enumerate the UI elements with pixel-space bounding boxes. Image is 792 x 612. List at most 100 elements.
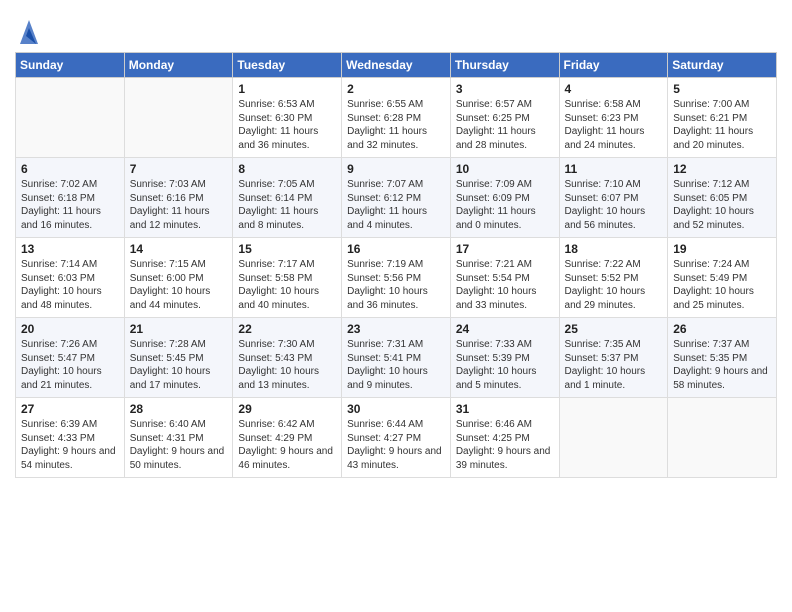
calendar-cell: 6 Sunrise: 7:02 AM Sunset: 6:18 PM Daylig… xyxy=(16,158,125,238)
cell-info: Sunrise: 6:58 AM Sunset: 6:23 PM Dayligh… xyxy=(565,98,663,152)
day-number: 6 xyxy=(21,162,119,176)
day-number: 10 xyxy=(456,162,554,176)
cell-info: Sunrise: 7:33 AM Sunset: 5:39 PM Dayligh… xyxy=(456,338,554,392)
calendar-week-row: 20 Sunrise: 7:26 AM Sunset: 5:47 PM Dayli… xyxy=(16,318,777,398)
cell-info: Sunrise: 6:40 AM Sunset: 4:31 PM Dayligh… xyxy=(130,418,228,472)
day-number: 19 xyxy=(673,242,771,256)
cell-info: Sunrise: 7:07 AM Sunset: 6:12 PM Dayligh… xyxy=(347,178,445,232)
cell-info: Sunrise: 7:03 AM Sunset: 6:16 PM Dayligh… xyxy=(130,178,228,232)
calendar-cell: 9Sunrise: 7:07 AM Sunset: 6:12 PM Daylig… xyxy=(342,158,451,238)
calendar-cell: 14 Sunrise: 7:15 AM Sunset: 6:00 PM Dayli… xyxy=(124,238,233,318)
calendar-cell: 23Sunrise: 7:31 AM Sunset: 5:41 PM Dayli… xyxy=(342,318,451,398)
cell-info: Sunrise: 7:21 AM Sunset: 5:54 PM Dayligh… xyxy=(456,258,554,312)
logo-icon xyxy=(18,16,40,46)
cell-info: Sunrise: 7:31 AM Sunset: 5:41 PM Dayligh… xyxy=(347,338,445,392)
calendar-cell: 7Sunrise: 7:03 AM Sunset: 6:16 PM Daylig… xyxy=(124,158,233,238)
day-number: 22 xyxy=(238,322,336,336)
cell-info: Sunrise: 7:14 AM Sunset: 6:03 PM Dayligh… xyxy=(21,258,119,312)
logo xyxy=(15,16,40,46)
calendar-week-row: 13 Sunrise: 7:14 AM Sunset: 6:03 PM Dayli… xyxy=(16,238,777,318)
cell-info: Sunrise: 7:00 AM Sunset: 6:21 PM Dayligh… xyxy=(673,98,771,152)
day-number: 4 xyxy=(565,82,663,96)
calendar-cell xyxy=(16,78,125,158)
day-header-monday: Monday xyxy=(124,53,233,78)
day-number: 11 xyxy=(565,162,663,176)
cell-info: Sunrise: 6:55 AM Sunset: 6:28 PM Dayligh… xyxy=(347,98,445,152)
day-number: 30 xyxy=(347,402,445,416)
day-number: 12 xyxy=(673,162,771,176)
calendar-week-row: 1 Sunrise: 6:53 AM Sunset: 6:30 PM Daylig… xyxy=(16,78,777,158)
day-number: 5 xyxy=(673,82,771,96)
cell-info: Sunrise: 6:53 AM Sunset: 6:30 PM Dayligh… xyxy=(238,98,336,152)
calendar-cell: 4 Sunrise: 6:58 AM Sunset: 6:23 PM Daylig… xyxy=(559,78,668,158)
day-number: 25 xyxy=(565,322,663,336)
cell-info: Sunrise: 7:15 AM Sunset: 6:00 PM Dayligh… xyxy=(130,258,228,312)
calendar-week-row: 27 Sunrise: 6:39 AM Sunset: 4:33 PM Dayli… xyxy=(16,398,777,478)
calendar-cell: 20 Sunrise: 7:26 AM Sunset: 5:47 PM Dayli… xyxy=(16,318,125,398)
calendar-cell: 25 Sunrise: 7:35 AM Sunset: 5:37 PM Dayli… xyxy=(559,318,668,398)
calendar-week-row: 6 Sunrise: 7:02 AM Sunset: 6:18 PM Daylig… xyxy=(16,158,777,238)
day-number: 27 xyxy=(21,402,119,416)
day-number: 21 xyxy=(130,322,228,336)
cell-info: Sunrise: 7:10 AM Sunset: 6:07 PM Dayligh… xyxy=(565,178,663,232)
cell-info: Sunrise: 7:02 AM Sunset: 6:18 PM Dayligh… xyxy=(21,178,119,232)
cell-info: Sunrise: 7:28 AM Sunset: 5:45 PM Dayligh… xyxy=(130,338,228,392)
day-number: 24 xyxy=(456,322,554,336)
cell-info: Sunrise: 7:05 AM Sunset: 6:14 PM Dayligh… xyxy=(238,178,336,232)
cell-info: Sunrise: 7:17 AM Sunset: 5:58 PM Dayligh… xyxy=(238,258,336,312)
calendar-cell: 31Sunrise: 6:46 AM Sunset: 4:25 PM Dayli… xyxy=(450,398,559,478)
day-number: 20 xyxy=(21,322,119,336)
calendar-header-row: SundayMondayTuesdayWednesdayThursdayFrid… xyxy=(16,53,777,78)
calendar-cell: 18Sunrise: 7:22 AM Sunset: 5:52 PM Dayli… xyxy=(559,238,668,318)
cell-info: Sunrise: 7:35 AM Sunset: 5:37 PM Dayligh… xyxy=(565,338,663,392)
day-header-wednesday: Wednesday xyxy=(342,53,451,78)
day-header-sunday: Sunday xyxy=(16,53,125,78)
day-number: 26 xyxy=(673,322,771,336)
day-header-saturday: Saturday xyxy=(668,53,777,78)
calendar-cell: 1 Sunrise: 6:53 AM Sunset: 6:30 PM Daylig… xyxy=(233,78,342,158)
day-number: 2 xyxy=(347,82,445,96)
cell-info: Sunrise: 6:44 AM Sunset: 4:27 PM Dayligh… xyxy=(347,418,445,472)
cell-info: Sunrise: 7:19 AM Sunset: 5:56 PM Dayligh… xyxy=(347,258,445,312)
calendar-cell: 29 Sunrise: 6:42 AM Sunset: 4:29 PM Dayli… xyxy=(233,398,342,478)
cell-info: Sunrise: 6:42 AM Sunset: 4:29 PM Dayligh… xyxy=(238,418,336,472)
cell-info: Sunrise: 6:39 AM Sunset: 4:33 PM Dayligh… xyxy=(21,418,119,472)
day-header-tuesday: Tuesday xyxy=(233,53,342,78)
calendar-cell: 21 Sunrise: 7:28 AM Sunset: 5:45 PM Dayli… xyxy=(124,318,233,398)
calendar-cell: 16 Sunrise: 7:19 AM Sunset: 5:56 PM Dayli… xyxy=(342,238,451,318)
day-number: 29 xyxy=(238,402,336,416)
day-number: 13 xyxy=(21,242,119,256)
day-number: 16 xyxy=(347,242,445,256)
calendar-cell: 11 Sunrise: 7:10 AM Sunset: 6:07 PM Dayli… xyxy=(559,158,668,238)
calendar-cell: 12Sunrise: 7:12 AM Sunset: 6:05 PM Dayli… xyxy=(668,158,777,238)
calendar-cell: 27 Sunrise: 6:39 AM Sunset: 4:33 PM Dayli… xyxy=(16,398,125,478)
cell-info: Sunrise: 7:09 AM Sunset: 6:09 PM Dayligh… xyxy=(456,178,554,232)
day-number: 17 xyxy=(456,242,554,256)
calendar-cell: 5 Sunrise: 7:00 AM Sunset: 6:21 PM Daylig… xyxy=(668,78,777,158)
calendar-cell: 30 Sunrise: 6:44 AM Sunset: 4:27 PM Dayli… xyxy=(342,398,451,478)
cell-info: Sunrise: 7:30 AM Sunset: 5:43 PM Dayligh… xyxy=(238,338,336,392)
day-number: 14 xyxy=(130,242,228,256)
day-number: 18 xyxy=(565,242,663,256)
cell-info: Sunrise: 7:26 AM Sunset: 5:47 PM Dayligh… xyxy=(21,338,119,392)
calendar-cell xyxy=(559,398,668,478)
calendar-cell: 28 Sunrise: 6:40 AM Sunset: 4:31 PM Dayli… xyxy=(124,398,233,478)
calendar-table: SundayMondayTuesdayWednesdayThursdayFrid… xyxy=(15,52,777,478)
day-header-friday: Friday xyxy=(559,53,668,78)
calendar-cell: 19 Sunrise: 7:24 AM Sunset: 5:49 PM Dayli… xyxy=(668,238,777,318)
day-number: 3 xyxy=(456,82,554,96)
calendar-cell xyxy=(124,78,233,158)
calendar-cell: 15 Sunrise: 7:17 AM Sunset: 5:58 PM Dayli… xyxy=(233,238,342,318)
day-header-thursday: Thursday xyxy=(450,53,559,78)
cell-info: Sunrise: 6:57 AM Sunset: 6:25 PM Dayligh… xyxy=(456,98,554,152)
day-number: 15 xyxy=(238,242,336,256)
calendar-cell: 17 Sunrise: 7:21 AM Sunset: 5:54 PM Dayli… xyxy=(450,238,559,318)
calendar-cell: 8Sunrise: 7:05 AM Sunset: 6:14 PM Daylig… xyxy=(233,158,342,238)
day-number: 28 xyxy=(130,402,228,416)
calendar-cell: 10 Sunrise: 7:09 AM Sunset: 6:09 PM Dayli… xyxy=(450,158,559,238)
cell-info: Sunrise: 7:24 AM Sunset: 5:49 PM Dayligh… xyxy=(673,258,771,312)
calendar-cell: 22 Sunrise: 7:30 AM Sunset: 5:43 PM Dayli… xyxy=(233,318,342,398)
day-number: 1 xyxy=(238,82,336,96)
calendar-cell: 26Sunrise: 7:37 AM Sunset: 5:35 PM Dayli… xyxy=(668,318,777,398)
calendar-cell: 13 Sunrise: 7:14 AM Sunset: 6:03 PM Dayli… xyxy=(16,238,125,318)
